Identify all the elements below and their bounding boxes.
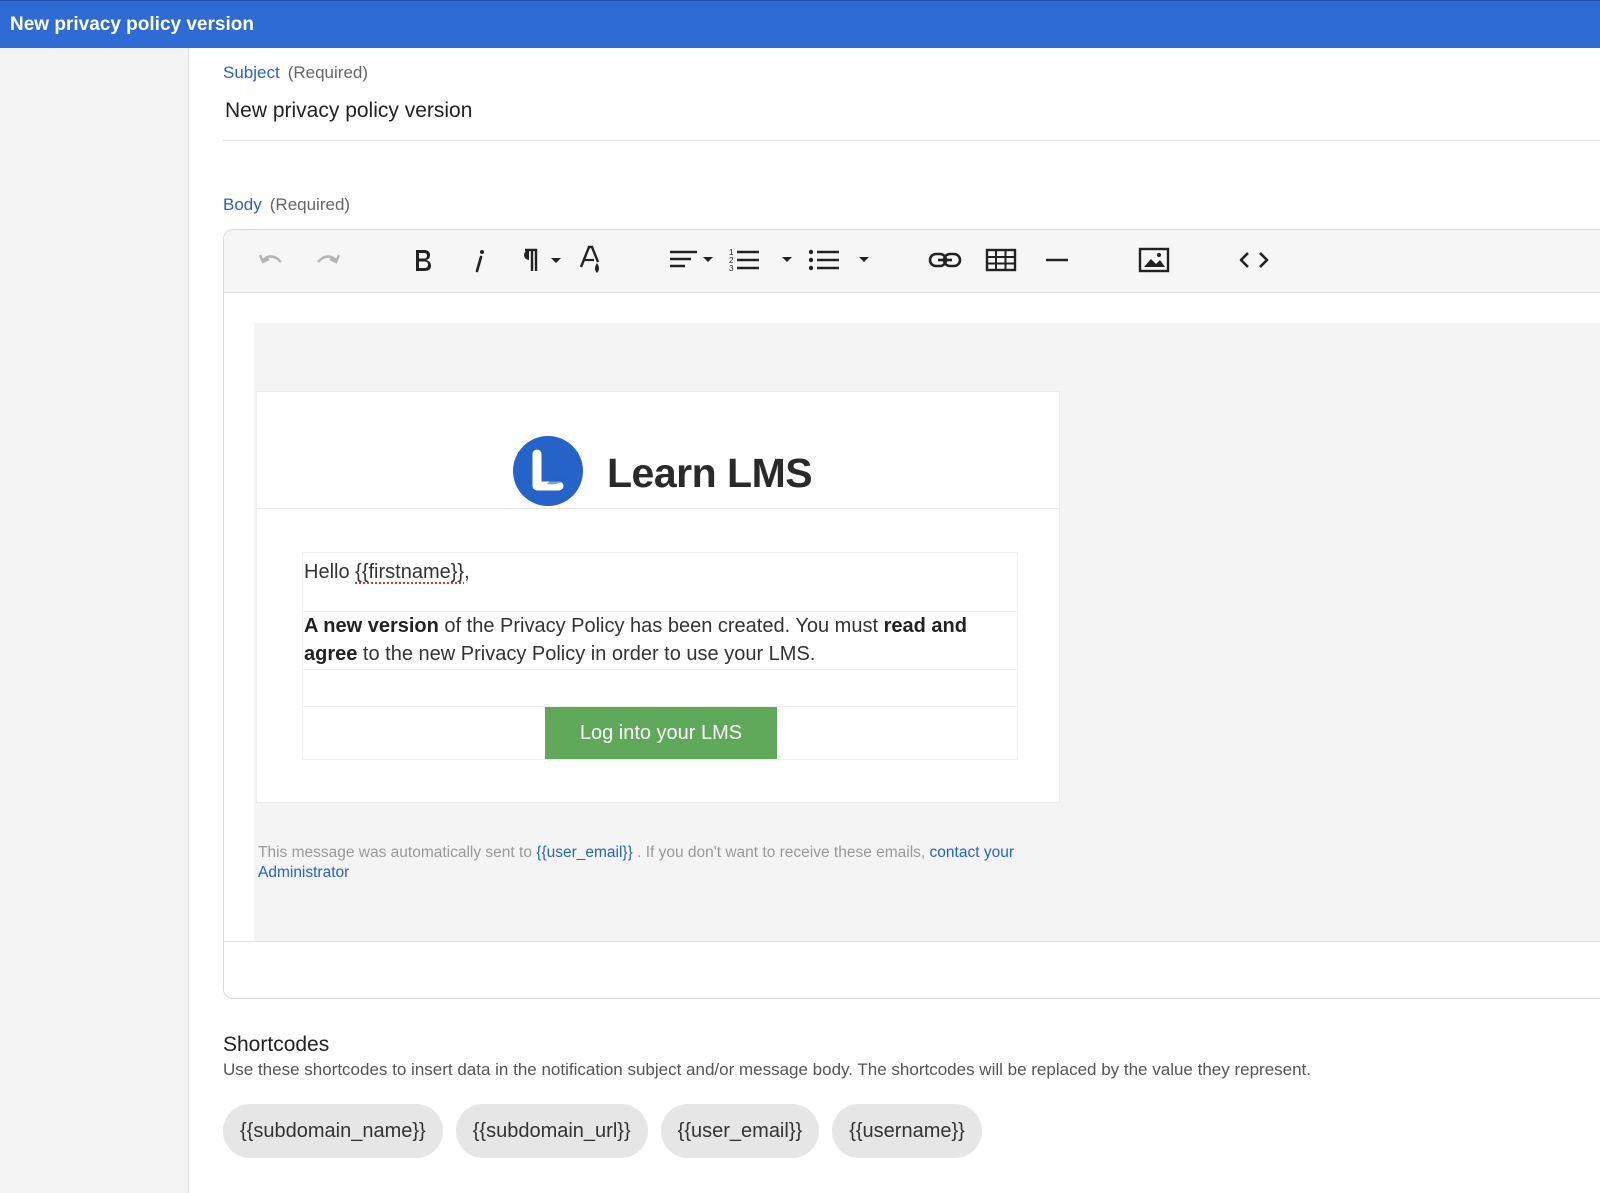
shortcode-chip[interactable]: {{username}} <box>832 1104 982 1158</box>
footer-text-2: . If you don't want to receive these ema… <box>632 844 930 861</box>
text-color-icon[interactable] <box>576 244 606 276</box>
email-body: Hello {{firstname}}, A new version of th… <box>302 552 1018 760</box>
email-paragraph: A new version of the Privacy Policy has … <box>304 612 1016 668</box>
shortcodes-description: Use these shortcodes to insert data in t… <box>223 1060 1311 1079</box>
brand-name: Learn LMS <box>607 450 813 496</box>
link-icon[interactable] <box>927 244 963 276</box>
paragraph-format-icon[interactable] <box>514 244 564 276</box>
shortcode-list: {{subdomain_name}} {{subdomain_url}} {{u… <box>223 1104 982 1158</box>
subject-input[interactable]: New privacy policy version <box>225 99 472 123</box>
italic-icon[interactable] <box>464 244 494 276</box>
greeting-suffix: , <box>464 561 470 583</box>
login-button[interactable]: Log into your LMS <box>545 707 777 759</box>
editor-status-bar <box>224 941 1600 998</box>
email-card: Learn LMS Hello {{firstname}}, A new ver… <box>256 391 1060 803</box>
svg-text:3: 3 <box>729 264 734 273</box>
main-content: Subject (Required) New privacy policy ver… <box>189 48 1600 1193</box>
bold-icon[interactable] <box>408 244 438 276</box>
editor-toolbar: 123 <box>224 230 1600 293</box>
table-icon[interactable] <box>983 244 1019 276</box>
body-label: Body (Required) <box>223 195 350 215</box>
redo-icon[interactable] <box>309 244 345 276</box>
image-icon[interactable] <box>1136 244 1172 276</box>
align-icon[interactable] <box>666 244 716 276</box>
brand-logo-icon <box>513 436 583 506</box>
footer-variable: {{user_email}} <box>536 844 633 861</box>
greeting: Hello {{firstname}}, <box>304 561 470 584</box>
shortcode-chip[interactable]: {{user_email}} <box>660 1104 820 1158</box>
editor-content-area[interactable]: Learn LMS Hello {{firstname}}, A new ver… <box>254 323 1600 943</box>
undo-icon[interactable] <box>254 244 290 276</box>
email-footer: This message was automatically sent to {… <box>258 843 1058 883</box>
footer-text-1: This message was automatically sent to <box>258 844 537 861</box>
left-sidebar <box>0 48 189 1193</box>
window-title-bar: New privacy policy version <box>0 0 1600 48</box>
para-text-2: to the new Privacy Policy in order to us… <box>357 643 816 665</box>
ordered-list-icon[interactable]: 123 <box>727 244 797 276</box>
divider <box>303 669 1017 670</box>
subject-required: (Required) <box>287 63 369 82</box>
shortcode-chip[interactable]: {{subdomain_url}} <box>455 1104 648 1158</box>
subject-label-text: Subject <box>223 63 280 82</box>
shortcodes-title: Shortcodes <box>223 1033 330 1056</box>
para-text-1: of the Privacy Policy has been created. … <box>438 615 884 637</box>
body-label-text: Body <box>223 195 262 214</box>
body-required: (Required) <box>269 195 351 214</box>
greeting-variable: {{firstname}} <box>355 561 465 583</box>
rich-text-editor: 123 Learn LMS Hello {{firstname}}, A new… <box>223 229 1600 999</box>
subject-label: Subject (Required) <box>223 63 368 83</box>
code-view-icon[interactable] <box>1236 244 1272 276</box>
subject-underline <box>223 140 1600 141</box>
greeting-prefix: Hello <box>304 561 356 583</box>
horizontal-line-icon[interactable] <box>1041 244 1073 276</box>
para-bold-1: A new version <box>304 615 439 637</box>
unordered-list-icon[interactable] <box>807 244 877 276</box>
window-title: New privacy policy version <box>10 13 254 35</box>
shortcode-chip[interactable]: {{subdomain_name}} <box>223 1104 443 1158</box>
email-header: Learn LMS <box>257 392 1059 509</box>
